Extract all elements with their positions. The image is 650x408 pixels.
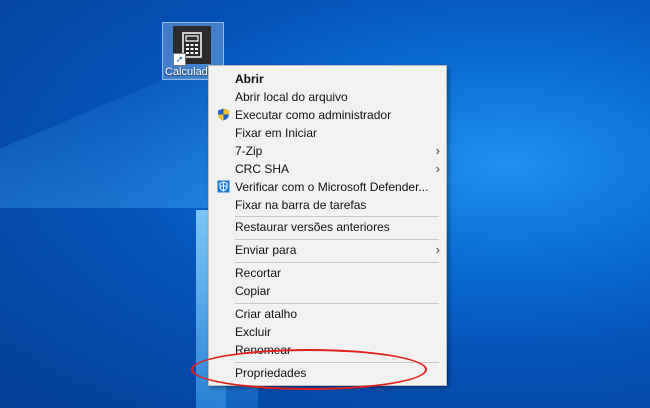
- menu-item-delete[interactable]: Excluir: [209, 323, 446, 341]
- uac-shield-icon: [217, 108, 230, 121]
- menu-separator: [235, 262, 439, 263]
- menu-separator: [235, 216, 439, 217]
- menu-item-label: Enviar para: [235, 243, 297, 257]
- menu-item-label: Abrir: [235, 72, 264, 86]
- menu-item-pin-to-start[interactable]: Fixar em Iniciar: [209, 124, 446, 142]
- chevron-right-icon: ›: [435, 143, 440, 158]
- menu-separator: [235, 303, 439, 304]
- menu-item-7zip[interactable]: 7-Zip ›: [209, 142, 446, 160]
- chevron-right-icon: ›: [435, 242, 440, 257]
- menu-separator: [235, 239, 439, 240]
- menu-item-open-file-location[interactable]: Abrir local do arquivo: [209, 88, 446, 106]
- menu-item-label: Restaurar versões anteriores: [235, 220, 390, 234]
- highlight-ellipse: [191, 349, 427, 390]
- menu-item-pin-to-taskbar[interactable]: Fixar na barra de tarefas: [209, 196, 446, 214]
- menu-item-send-to[interactable]: Enviar para ›: [209, 241, 446, 259]
- menu-item-run-as-admin[interactable]: Executar como administrador: [209, 106, 446, 124]
- menu-item-label: Fixar em Iniciar: [235, 126, 318, 140]
- menu-item-label: Excluir: [235, 325, 272, 339]
- desktop-icon-label: Calculado: [165, 66, 214, 78]
- menu-item-label: Recortar: [235, 266, 282, 280]
- menu-item-label: Copiar: [235, 284, 271, 298]
- menu-item-defender-scan[interactable]: Verificar com o Microsoft Defender...: [209, 178, 446, 196]
- light-beam: [0, 60, 210, 208]
- chevron-right-icon: ›: [435, 161, 440, 176]
- context-menu: Abrir Abrir local do arquivo Executar co…: [208, 65, 447, 386]
- menu-item-crc-sha[interactable]: CRC SHA ›: [209, 160, 446, 178]
- menu-item-label: Verificar com o Microsoft Defender...: [235, 180, 429, 194]
- menu-item-label: Executar como administrador: [235, 108, 392, 122]
- menu-item-restore-previous-versions[interactable]: Restaurar versões anteriores: [209, 218, 446, 236]
- menu-item-label: CRC SHA: [235, 162, 290, 176]
- menu-item-label: Criar atalho: [235, 307, 298, 321]
- menu-item-create-shortcut[interactable]: Criar atalho: [209, 305, 446, 323]
- menu-item-open[interactable]: Abrir: [209, 70, 446, 88]
- menu-item-label: Fixar na barra de tarefas: [235, 198, 367, 212]
- menu-item-cut[interactable]: Recortar: [209, 264, 446, 282]
- shortcut-arrow-icon: ➚: [173, 53, 186, 66]
- menu-item-label: 7-Zip: [235, 144, 263, 158]
- defender-icon: [217, 180, 230, 193]
- menu-item-label: Abrir local do arquivo: [235, 90, 348, 104]
- menu-item-copy[interactable]: Copiar: [209, 282, 446, 300]
